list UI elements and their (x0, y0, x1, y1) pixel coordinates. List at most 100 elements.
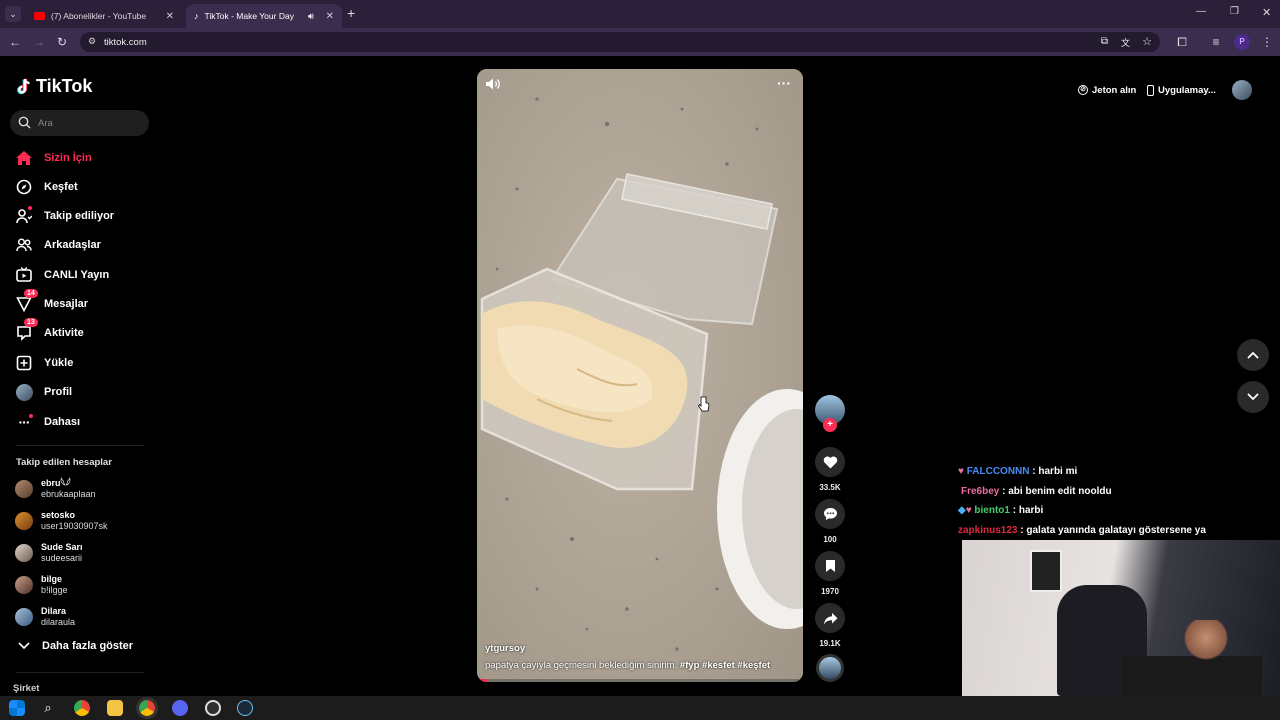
minimize-button[interactable]: — (1196, 6, 1206, 17)
notification-dot (28, 206, 32, 210)
video-author[interactable]: ytgursoy (485, 643, 525, 654)
chrome-active-icon[interactable] (136, 697, 158, 719)
follow-plus-icon[interactable]: + (823, 418, 837, 432)
followed-account[interactable]: Dilara dilaraula (15, 606, 75, 628)
obs-icon[interactable] (205, 700, 221, 716)
chevron-down-icon (1247, 393, 1259, 401)
more-options-icon[interactable]: ··· (777, 75, 791, 91)
chat-badge-icon: ♥ (958, 466, 964, 477)
followed-account[interactable]: ebru𓆩𓆪 ebrukaaplaan (15, 478, 96, 500)
upload-icon (14, 353, 34, 373)
close-window-button[interactable]: ✕ (1262, 6, 1271, 19)
search-icon[interactable]: ⌕ (40, 700, 56, 716)
nav-more[interactable]: ··· Dahası (14, 411, 80, 433)
previous-video-button[interactable] (1237, 339, 1269, 371)
video-player[interactable]: ··· (477, 69, 803, 682)
bookmark-star-icon[interactable]: ☆ (1142, 35, 1152, 48)
reading-list-icon[interactable]: ≡ (1208, 34, 1224, 50)
creator-avatar[interactable]: + (814, 395, 846, 432)
browser-toolbar: ← → ↻ ⚙ tiktok.com ⧉ 文 ☆ ⧠ ≡ P ⋮ (0, 28, 1280, 56)
logo-text: TikTok (36, 76, 93, 96)
caption-text: papatya çayıyla geçmesini beklediğim sin… (485, 660, 678, 671)
hashtag[interactable]: #keşfet (737, 660, 770, 671)
chrome-icon[interactable] (74, 700, 90, 716)
tab-search-button[interactable]: ⌄ (5, 6, 21, 22)
chat-user: zapkinus123 (958, 525, 1018, 536)
new-tab-button[interactable]: + (347, 5, 355, 21)
user-avatar[interactable] (1232, 80, 1252, 100)
comment-icon (823, 508, 837, 520)
nav-label: Aktivite (44, 327, 84, 339)
site-info-icon[interactable]: ⚙ (88, 36, 96, 47)
share-button[interactable]: 19.1K (814, 603, 846, 648)
chat-text: harbi mi (1038, 466, 1078, 477)
nav-profile[interactable]: Profil (14, 381, 72, 403)
nav-label: Arkadaşlar (44, 239, 101, 251)
account-username: dilaraula (41, 617, 76, 627)
discord-icon[interactable] (172, 700, 188, 716)
hashtag[interactable]: #kesfet (702, 660, 735, 671)
volume-icon[interactable] (485, 77, 501, 91)
get-coins-button[interactable]: ⊘ Jeton alın (1078, 77, 1136, 103)
nav-explore[interactable]: Keşfet (14, 176, 78, 198)
mouse-cursor (698, 396, 710, 412)
search-input[interactable]: Ara (10, 110, 149, 136)
extensions-icon[interactable]: ⧠ (1174, 34, 1190, 50)
profile-avatar[interactable]: P (1234, 34, 1250, 50)
sound-disc[interactable] (814, 654, 846, 682)
account-username: user19030907sk (41, 521, 108, 531)
save-button[interactable]: 1970 (814, 551, 846, 596)
browser-menu-icon[interactable]: ⋮ (1259, 34, 1275, 50)
like-button[interactable]: 33.5K (814, 447, 846, 492)
live-icon (14, 265, 34, 285)
nav-label: Keşfet (44, 181, 78, 193)
steam-icon[interactable] (237, 700, 253, 716)
avatar (15, 480, 33, 498)
nav-friends[interactable]: Arkadaşlar (14, 234, 101, 256)
nav-following[interactable]: Takip ediliyor (14, 205, 114, 227)
followed-account[interactable]: Sude Sarı sudeesarii (15, 542, 83, 564)
show-more-button[interactable]: Daha fazla göster (18, 640, 133, 652)
tiktok-logo[interactable]: TikTok (16, 76, 92, 97)
account-username: ebrukaaplaan (41, 489, 96, 499)
get-app-button[interactable]: Uygulamay... (1147, 77, 1216, 103)
followed-account[interactable]: bilge b!ilgge (15, 574, 68, 596)
nav-messages[interactable]: 14 Mesajlar (14, 289, 88, 315)
webcam-overlay (962, 540, 1280, 696)
windows-taskbar: ⌕ (0, 696, 1280, 720)
comment-button[interactable]: 100 (814, 499, 846, 544)
progress-fill[interactable] (477, 679, 487, 682)
close-tab-icon[interactable]: ✕ (326, 11, 334, 22)
windows-start-icon[interactable] (9, 700, 25, 716)
url-text: tiktok.com (104, 36, 147, 48)
followed-account[interactable]: setosko user19030907sk (15, 510, 108, 532)
next-video-button[interactable] (1237, 381, 1269, 413)
heart-icon (823, 456, 837, 468)
restore-button[interactable]: ❐ (1230, 6, 1239, 17)
address-bar[interactable]: ⚙ tiktok.com ⧉ 文 ☆ (80, 32, 1160, 52)
back-button[interactable]: ← (7, 34, 23, 50)
install-app-icon[interactable]: ⧉ (1101, 36, 1108, 47)
chevron-up-icon (1247, 351, 1259, 359)
translate-icon[interactable]: 文 (1121, 36, 1130, 49)
nav-upload[interactable]: Yükle (14, 352, 73, 374)
nav-activity[interactable]: 13 Aktivite (14, 318, 84, 344)
reload-button[interactable]: ↻ (54, 34, 70, 50)
account-username: sudeesarii (41, 553, 83, 563)
company-link[interactable]: Şirket (13, 683, 39, 694)
chat-message: ◆♥ biento1 : harbi (958, 505, 1044, 516)
nav-live[interactable]: CANLI Yayın (14, 264, 109, 286)
tab-tiktok[interactable]: ♪ TikTok - Make Your Day 🔊︎ ✕ (186, 4, 342, 28)
tab-youtube[interactable]: (7) Abonelikler - YouTube ✕ (26, 4, 182, 28)
audio-playing-icon[interactable]: 🔊︎ (308, 11, 314, 22)
friends-icon (14, 235, 34, 255)
forward-button[interactable]: → (31, 34, 47, 50)
hashtag[interactable]: #fyp (680, 660, 700, 671)
file-explorer-icon[interactable] (107, 700, 123, 716)
chat-text: harbi (1018, 505, 1044, 516)
close-tab-icon[interactable]: ✕ (166, 11, 174, 22)
nav-for-you[interactable]: Sizin İçin (14, 147, 92, 169)
show-more-label: Daha fazla göster (42, 640, 134, 652)
share-count: 19.1K (819, 639, 841, 648)
bookmark-icon (825, 560, 835, 572)
